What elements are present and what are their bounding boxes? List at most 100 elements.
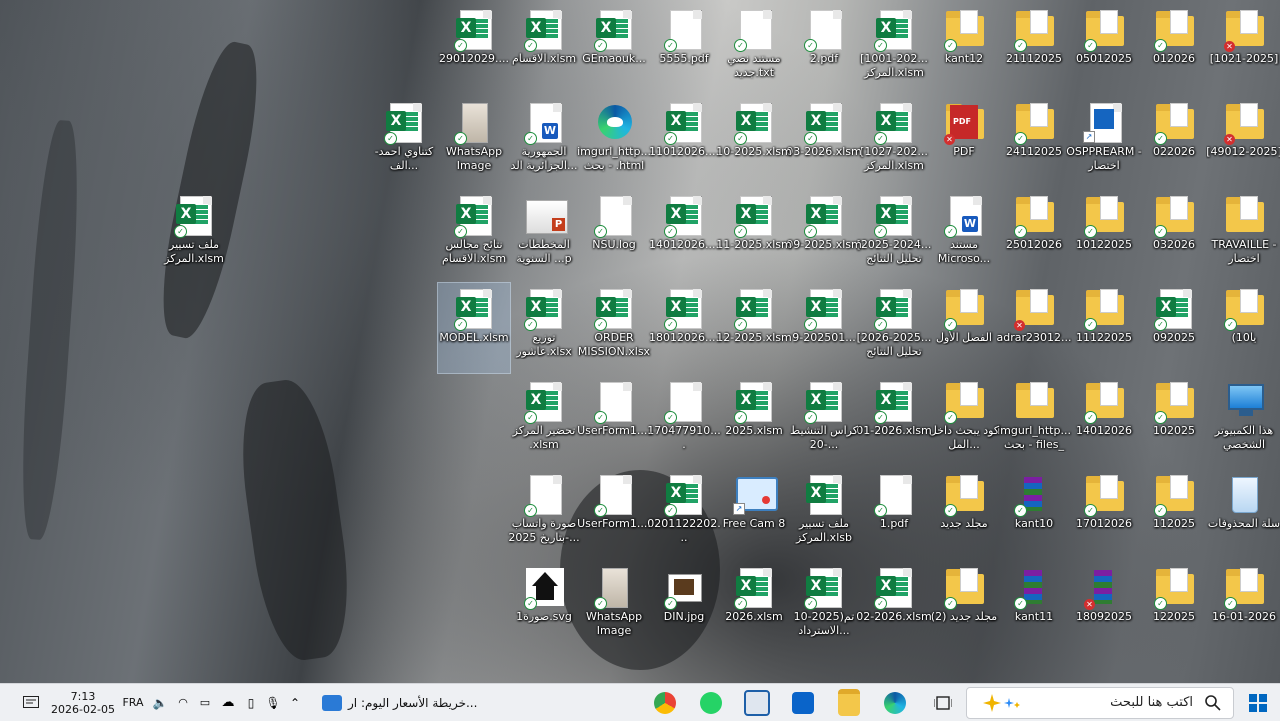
desktop-icon[interactable]: X ✓ MODEL.xlsm <box>437 282 511 374</box>
desktop-icon[interactable]: ✓ 25012026 <box>998 190 1070 280</box>
desktop-icon[interactable]: X ✓ 12-2025.xlsm <box>716 283 792 373</box>
desktop-icon[interactable]: ✓ 170477910.... <box>647 376 721 466</box>
desktop-icon[interactable]: X ✓ 02-2026.xlsm <box>856 562 932 652</box>
desktop-icon[interactable]: ✓ مجلد جديد (2) <box>928 562 1000 652</box>
desktop-icon[interactable]: ✓ 21112025 <box>998 4 1070 94</box>
desktop-icon[interactable]: X ✓ 11-2025.xlsm <box>716 190 792 280</box>
desktop-icon[interactable]: المخططات السنوية ...p <box>508 190 580 280</box>
desktop-icon[interactable]: X ✓ توزيع عاشور.xlsx <box>508 283 580 373</box>
tray-volume[interactable]: 🔈 <box>150 684 170 721</box>
desktop-icon[interactable]: X ✓ [2025-2024... تحليل النتائج <box>857 190 931 280</box>
desktop-icon[interactable]: ✓WhatsApp Image 2026.... <box>578 562 650 652</box>
desktop-icon[interactable]: X ✓ 2025.xlsm <box>718 376 790 466</box>
desktop-icon[interactable]: W ✓ مستند Microso... <box>928 190 1000 280</box>
taskbar-edge[interactable] <box>882 684 908 721</box>
desktop-icon[interactable]: ↗ OSPPREARM - اختصار <box>1066 97 1142 187</box>
desktop-icon[interactable]: X ✓ [1001-202... المركز.xlsm <box>858 4 930 94</box>
news-widget[interactable]: خريطة الأسعار اليوم: ار... <box>322 684 492 721</box>
desktop-icon[interactable]: X ✓ ملف تسيير المركز.xlsm <box>158 190 230 280</box>
desktop-icon[interactable]: X ✓ 10-2025.xlsm <box>716 97 792 187</box>
desktop-icon[interactable]: X ✓ 0201122202... <box>647 469 721 559</box>
desktop-icon[interactable]: X ✓ كراس التنشيط 20-... <box>788 376 860 466</box>
desktop-icon[interactable]: X ✓ الاقسام.xlsm <box>508 4 580 94</box>
desktop-icon[interactable]: X ✓ 14012026.... <box>648 190 720 280</box>
taskbar-whatsapp[interactable] <box>698 684 724 721</box>
desktop-icon[interactable]: X ✓ 29012029.... <box>438 4 510 94</box>
desktop-icon[interactable]: X ✓ كتناوي احمد-الف... <box>368 97 440 187</box>
desktop-icon[interactable]: X ✓ تحضير المركز .xlsm <box>508 376 580 466</box>
desktop-icon[interactable]: ✓ kant11 <box>998 562 1070 652</box>
desktop-icon[interactable]: W ✓ الجمهورية الجزائرية الد... <box>508 97 580 187</box>
desktop-icon[interactable]: X ✓ [1027-202... المركز.xlsm <box>858 97 930 187</box>
desktop-icon[interactable]: X ✓ 11012026.... <box>648 97 720 187</box>
desktop-icon[interactable]: imgurl_http... بحث - .html <box>577 97 651 187</box>
desktop-icon[interactable]: ✕ 18092025 <box>1068 562 1140 652</box>
tray-onedrive[interactable]: ☁ <box>218 684 238 721</box>
taskbar-search-box[interactable]: اكتب هنا للبحث <box>966 687 1234 719</box>
desktop-icon[interactable]: ✓ صورة1.svg <box>508 562 580 652</box>
desktop-icon[interactable]: ✓ 24112025 <box>998 97 1070 187</box>
tray-battery[interactable]: ▭ <box>196 684 214 721</box>
desktop-icon[interactable]: ✓ 112025 <box>1138 469 1210 559</box>
desktop-icon[interactable]: X ✓ 9-202501... <box>788 283 860 373</box>
desktop-icon[interactable]: TRAVAILLE - اختصار <box>1208 190 1280 280</box>
tray-wifi[interactable]: ◠ <box>174 684 192 721</box>
notification-center-button[interactable] <box>18 684 44 721</box>
tray-mic[interactable]: 🎙 <box>264 684 282 721</box>
desktop-icon[interactable]: X ✓ تم(2025-10 الاسترداد... <box>788 562 860 652</box>
desktop-icon[interactable]: ✓ DIN.jpg <box>648 562 720 652</box>
language-indicator[interactable]: FRA <box>118 684 148 721</box>
desktop-icon[interactable]: X ✓ 092025 <box>1138 283 1210 373</box>
desktop-icon[interactable]: ✓ كود يبحث داخل المل... <box>928 376 1000 466</box>
tray-device[interactable]: ▯ <box>242 684 260 721</box>
desktop-icon[interactable]: X ✓ 01-2026.xlsm <box>856 376 932 466</box>
desktop-icon[interactable]: ✓ 14012026 <box>1068 376 1140 466</box>
taskbar-remote-desktop[interactable] <box>744 684 770 721</box>
desktop-icon[interactable]: ↗ Free Cam 8 <box>718 469 790 559</box>
desktop-icon[interactable]: ✓ 10122025 <box>1068 190 1140 280</box>
desktop-icon[interactable]: ✓ 2.pdf <box>788 4 860 94</box>
desktop-icon[interactable]: ✓ الفصل الأول <box>928 283 1000 373</box>
tray-overflow-button[interactable]: ⌃ <box>286 684 304 721</box>
desktop-icon[interactable]: ✓ kant10 <box>998 469 1070 559</box>
desktop-icon[interactable]: X ✓ [2026-2025... تحليل النتائج <box>857 283 931 373</box>
desktop-icon[interactable]: imgurl_http... بحث - files_ <box>997 376 1071 466</box>
desktop-icon[interactable]: X ✓ 2026.xlsm <box>718 562 790 652</box>
desktop-icon[interactable]: ✓ UserForm1.... <box>577 376 651 466</box>
desktop-icon[interactable]: ✕ [1021-2025] <box>1208 4 1280 94</box>
desktop-icon[interactable]: ✓ 032026 <box>1138 190 1210 280</box>
desktop-icon[interactable]: ✓ 16-01-2026 <box>1208 562 1280 652</box>
clock[interactable]: 7:13 2026-02-05 <box>50 684 116 721</box>
desktop-icon[interactable]: ✓ 012026 <box>1138 4 1210 94</box>
taskbar-chrome[interactable] <box>652 684 678 721</box>
desktop-icon[interactable]: سلة المحذوفات <box>1208 469 1280 559</box>
desktop-icon[interactable]: X ✓ نتائج مجالس الاقسام.xlsm <box>438 190 510 280</box>
desktop-icon[interactable]: ✓ 17012026 <box>1068 469 1140 559</box>
desktop-icon[interactable]: ✕ [49012-2025] <box>1206 97 1280 187</box>
desktop-icon[interactable]: هذا الكمبيوتر الشخصي <box>1208 376 1280 466</box>
desktop-icon[interactable]: ✓ 05012025 <box>1068 4 1140 94</box>
desktop-icon[interactable]: ✓WhatsApp Image 2026.... <box>438 97 510 187</box>
desktop-icon[interactable]: ✓ مجلد جديد <box>928 469 1000 559</box>
desktop-icon[interactable]: ✓ 122025 <box>1138 562 1210 652</box>
desktop-icon[interactable]: ✓ 1.pdf <box>858 469 930 559</box>
desktop-icon[interactable]: X ✓ 03-2026.xlsm <box>786 97 862 187</box>
desktop-icon[interactable]: ✓ 5555.pdf <box>648 4 720 94</box>
desktop-icon[interactable]: X ✓ 18012026.... <box>648 283 720 373</box>
taskbar-explorer[interactable] <box>836 684 862 721</box>
desktop-icon[interactable]: X ✓ GEmaouk... <box>578 4 650 94</box>
taskbar-outlook[interactable] <box>790 684 816 721</box>
desktop-icon[interactable]: ✓ صورة واتساب بتاريخ 2025-... <box>508 469 580 559</box>
desktop-icon[interactable]: X ملف تسيير المركز.xlsb <box>788 469 860 559</box>
desktop-icon[interactable]: ✓ (10يا <box>1208 283 1280 373</box>
desktop-icon[interactable]: ✕PDF <box>928 97 1000 187</box>
desktop-icon[interactable]: ✓ NSU.log <box>578 190 650 280</box>
desktop-icon[interactable]: ✓ UserForm1.... <box>577 469 651 559</box>
desktop-icon[interactable]: ✓ مستند نصي جديد.txt <box>718 4 790 94</box>
desktop-icon[interactable]: ✓ 11122025 <box>1068 283 1140 373</box>
desktop-icon[interactable]: X ✓ 09-2025.xlsm <box>786 190 862 280</box>
desktop-icon[interactable]: ✕ adrar23012... <box>997 283 1072 373</box>
task-view-button[interactable] <box>930 684 956 721</box>
desktop-icon[interactable]: X ✓ ORDER MISSION.xlsx <box>578 283 650 373</box>
desktop-icon[interactable]: ✓ kant12 <box>928 4 1000 94</box>
